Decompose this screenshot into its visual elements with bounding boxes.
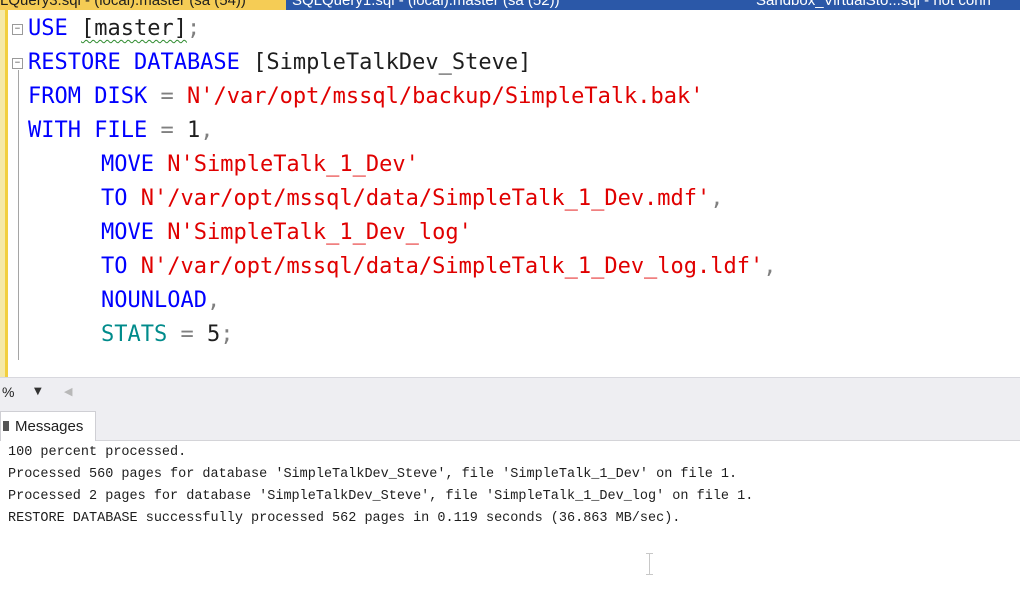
code-line-6: TO N'/var/opt/mssql/data/SimpleTalk_1_De… [101, 182, 724, 216]
message-line: Processed 560 pages for database 'Simple… [8, 467, 738, 482]
code-keyword: USE [28, 16, 68, 41]
code-comma: , [206, 288, 221, 313]
message-line: Processed 2 pages for database 'SimpleTa… [8, 489, 754, 504]
message-line: RESTORE DATABASE successfully processed … [8, 511, 681, 526]
code-number: 1 [186, 118, 201, 143]
code-line-10: STATS = 5; [101, 318, 233, 352]
code-line-8: TO N'/var/opt/mssql/data/SimpleTalk_1_De… [101, 250, 777, 284]
tab-sqlquery1-label: SQLQuery1.sql - (local).master (sa (52)) [292, 0, 560, 9]
code-number: 5 [206, 322, 221, 347]
code-operator: = [147, 118, 187, 143]
collapse-icon[interactable]: − [12, 24, 23, 35]
tab-query3-label: LQuery3.sql - (local).master (sa (54)) [0, 0, 246, 9]
code-string: N'SimpleTalk_1_Dev_log' [153, 220, 472, 245]
code-keyword: MOVE [101, 220, 154, 245]
code-keyword: RESTORE DATABASE [28, 50, 240, 75]
code-comma: , [710, 186, 724, 211]
code-line-2: RESTORE DATABASE [SimpleTalkDev_Steve] [28, 46, 531, 80]
code-keyword: MOVE [101, 152, 154, 177]
code-semicolon: ; [220, 322, 234, 347]
tab-query3[interactable]: LQuery3.sql - (local).master (sa (54)) [0, 0, 286, 10]
outline-guide [18, 70, 19, 360]
tab-messages[interactable]: Messages [0, 411, 96, 441]
editor-zoom-bar: % ▼ ◀ [0, 377, 1020, 408]
code-operator: = [167, 322, 207, 347]
document-tab-strip: LQuery3.sql - (local).master (sa (54)) S… [0, 0, 1020, 10]
message-line: 100 percent processed. [8, 445, 187, 460]
code-string: N'/var/opt/mssql/data/SimpleTalk_1_Dev.m… [127, 186, 711, 211]
code-comma: , [200, 118, 214, 143]
code-line-7: MOVE N'SimpleTalk_1_Dev_log' [101, 216, 472, 250]
query-editor[interactable]: − − USE [master]; RESTORE DATABASE [Simp… [0, 10, 1020, 377]
tab-sqlquery1[interactable]: SQLQuery1.sql - (local).master (sa (52)) [286, 0, 752, 10]
results-tab-strip: Messages [0, 407, 1020, 441]
code-line-5: MOVE N'SimpleTalk_1_Dev' [101, 148, 419, 182]
zoom-level[interactable]: % [2, 384, 14, 400]
code-line-1: USE [master]; [28, 12, 200, 46]
code-keyword: NOUNLOAD [101, 288, 207, 313]
code-line-9: NOUNLOAD, [101, 284, 220, 318]
tab-sandbox[interactable]: Sandbox_VirtualSto...sql - not conn [746, 0, 1020, 10]
tab-messages-label: Messages [15, 418, 84, 435]
code-operator: = [147, 84, 187, 109]
code-keyword: WITH FILE [28, 118, 148, 143]
code-keyword: TO [101, 254, 128, 279]
code-keyword: TO [101, 186, 128, 211]
messages-output[interactable]: 100 percent processed. Processed 560 pag… [0, 441, 1020, 606]
collapse-icon[interactable]: − [12, 58, 23, 69]
code-keyword: FROM DISK [28, 84, 148, 109]
messages-icon [3, 421, 9, 431]
zoom-dropdown-icon[interactable]: ▼ [34, 386, 42, 397]
code-comma: , [763, 254, 777, 279]
scroll-left-icon[interactable]: ◀ [64, 385, 72, 398]
code-identifier: [SimpleTalkDev_Steve] [239, 50, 532, 75]
code-line-3: FROM DISK = N'/var/opt/mssql/backup/Simp… [28, 80, 704, 114]
code-keyword: STATS [101, 322, 168, 347]
text-cursor-icon [646, 553, 653, 575]
code-identifier: [master] [81, 16, 187, 41]
code-string: N'/var/opt/mssql/backup/SimpleTalk.bak' [186, 84, 704, 109]
code-string: N'SimpleTalk_1_Dev' [153, 152, 419, 177]
code-semicolon: ; [186, 16, 201, 41]
change-tracking-bar [5, 10, 8, 377]
code-line-4: WITH FILE = 1, [28, 114, 213, 148]
code-string: N'/var/opt/mssql/data/SimpleTalk_1_Dev_l… [127, 254, 764, 279]
tab-sandbox-label: Sandbox_VirtualSto...sql - not conn [756, 0, 991, 9]
